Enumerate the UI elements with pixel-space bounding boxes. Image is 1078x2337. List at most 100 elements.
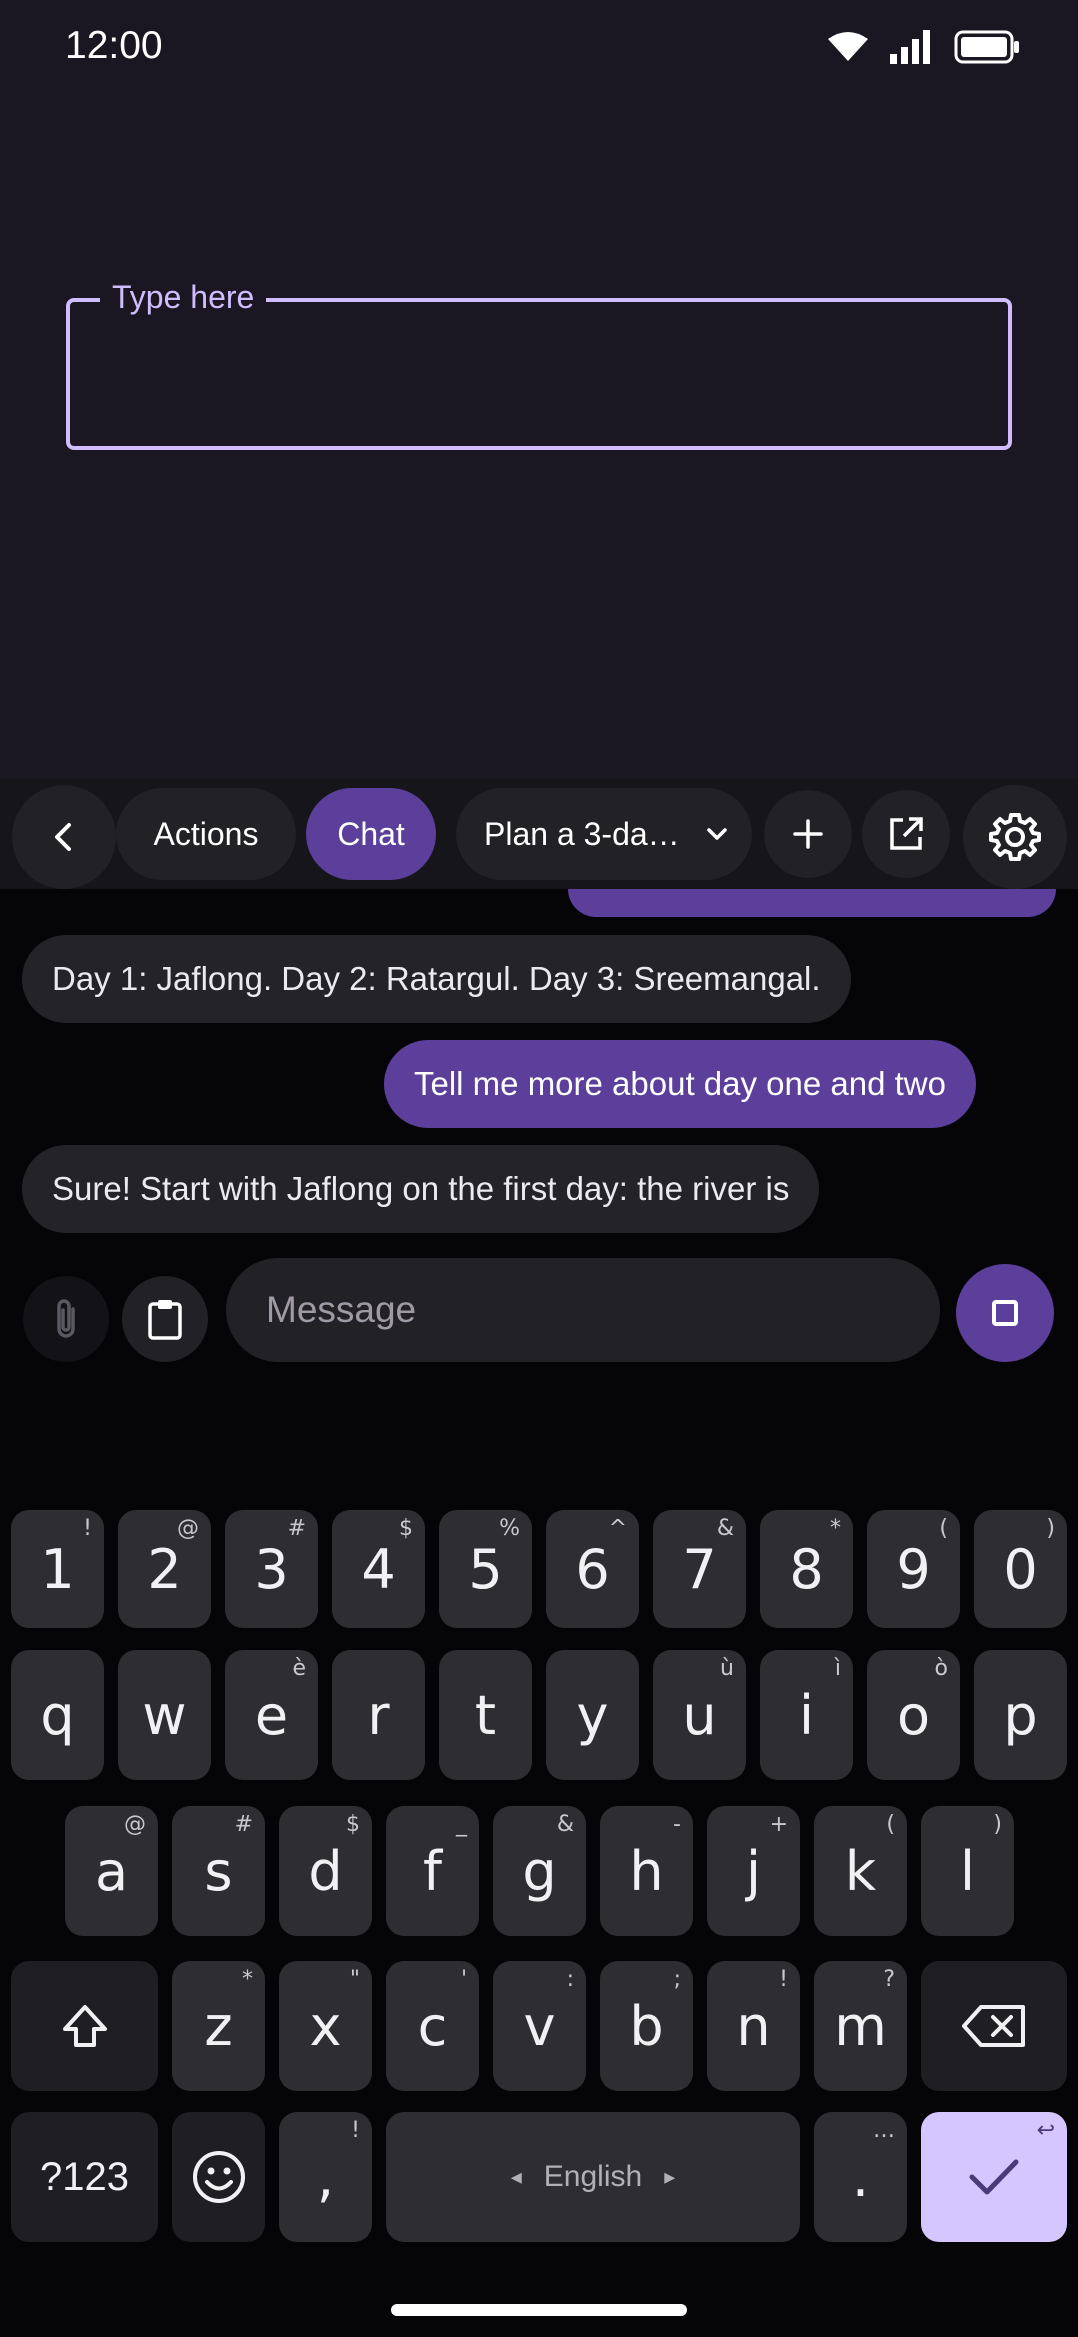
key-b[interactable]: b; bbox=[600, 1961, 693, 2091]
key-5[interactable]: 5% bbox=[439, 1510, 532, 1628]
key-f[interactable]: f _ bbox=[386, 1806, 479, 1936]
settings-button[interactable] bbox=[963, 785, 1067, 889]
comma-key-hint: ! bbox=[351, 2118, 360, 2143]
message-text: Sure! Start with Jaflong on the first da… bbox=[52, 1170, 790, 1207]
backspace-key[interactable] bbox=[921, 1961, 1067, 2091]
key-label: m bbox=[834, 1994, 887, 2058]
key-q[interactable]: q bbox=[11, 1650, 104, 1780]
comma-key[interactable]: , ! bbox=[279, 2112, 372, 2242]
status-time: 12:00 bbox=[65, 24, 163, 67]
period-key[interactable]: . … bbox=[814, 2112, 907, 2242]
key-h[interactable]: h- bbox=[600, 1806, 693, 1936]
key-m[interactable]: m? bbox=[814, 1961, 907, 2091]
message-input[interactable] bbox=[226, 1258, 940, 1362]
new-chat-button[interactable] bbox=[764, 790, 852, 878]
key-label: g bbox=[522, 1839, 557, 1903]
actions-tab[interactable]: Actions bbox=[116, 788, 296, 880]
message-text: Day 1: Jaflong. Day 2: Ratargul. Day 3: … bbox=[52, 960, 821, 997]
home-indicator[interactable] bbox=[391, 2304, 687, 2316]
key-a[interactable]: a @ bbox=[65, 1806, 158, 1936]
assistant-message: Day 1: Jaflong. Day 2: Ratargul. Day 3: … bbox=[22, 935, 851, 1023]
key-hint: ( bbox=[886, 1812, 895, 1837]
key-label: 7 bbox=[682, 1537, 717, 1601]
key-hint: - bbox=[673, 1812, 681, 1837]
key-label: b bbox=[629, 1994, 664, 2058]
key-0[interactable]: 0) bbox=[974, 1510, 1067, 1628]
key-label: c bbox=[417, 1994, 448, 2058]
key-hint: ) bbox=[1046, 1516, 1055, 1541]
key-g[interactable]: g & bbox=[493, 1806, 586, 1936]
key-8[interactable]: 8 * bbox=[760, 1510, 853, 1628]
key-z[interactable]: z * bbox=[172, 1961, 265, 2091]
key-y[interactable]: y bbox=[546, 1650, 639, 1780]
key-r[interactable]: r bbox=[332, 1650, 425, 1780]
chat-tab[interactable]: Chat bbox=[306, 788, 436, 880]
key-hint: è bbox=[292, 1656, 306, 1681]
key-hint: ^ bbox=[608, 1516, 627, 1541]
key-t[interactable]: t bbox=[439, 1650, 532, 1780]
clipboard-button[interactable] bbox=[122, 1276, 208, 1362]
key-o[interactable]: oò bbox=[867, 1650, 960, 1780]
stop-button[interactable] bbox=[956, 1264, 1054, 1362]
attach-button[interactable] bbox=[23, 1276, 109, 1362]
key-w[interactable]: w bbox=[118, 1650, 211, 1780]
conversation-selector[interactable]: Plan a 3-da… bbox=[456, 788, 752, 880]
emoji-key[interactable] bbox=[172, 2112, 265, 2242]
key-label: 4 bbox=[361, 1537, 396, 1601]
key-label: a bbox=[94, 1839, 129, 1903]
key-label: u bbox=[682, 1683, 717, 1747]
shift-key[interactable] bbox=[11, 1961, 158, 2091]
key-n[interactable]: n! bbox=[707, 1961, 800, 2091]
clipboard-icon bbox=[148, 1300, 182, 1340]
key-d[interactable]: d $ bbox=[279, 1806, 372, 1936]
key-9[interactable]: 9( bbox=[867, 1510, 960, 1628]
key-hint: # bbox=[287, 1516, 306, 1541]
key-6[interactable]: 6 ^ bbox=[546, 1510, 639, 1628]
key-hint: ò bbox=[934, 1656, 948, 1681]
key-hint: * bbox=[242, 1967, 253, 1992]
type-here-field[interactable] bbox=[66, 298, 1012, 450]
key-4[interactable]: 4 $ bbox=[332, 1510, 425, 1628]
key-u[interactable]: uù bbox=[653, 1650, 746, 1780]
key-label: e bbox=[254, 1683, 289, 1747]
key-3[interactable]: 3 # bbox=[225, 1510, 318, 1628]
key-label: 5 bbox=[468, 1537, 503, 1601]
key-label: 0 bbox=[1003, 1537, 1038, 1601]
emoji-icon bbox=[192, 2151, 245, 2203]
space-key[interactable]: ◂ English ▸ bbox=[386, 2112, 800, 2242]
period-key-label: . bbox=[851, 2145, 870, 2209]
key-hint: & bbox=[716, 1516, 734, 1541]
backspace-icon bbox=[962, 2005, 1025, 2047]
key-x[interactable]: x " bbox=[279, 1961, 372, 2091]
key-c[interactable]: c ' bbox=[386, 1961, 479, 2091]
key-label: 3 bbox=[254, 1537, 289, 1601]
key-hint: * bbox=[830, 1516, 841, 1541]
type-here-label: Type here bbox=[100, 278, 267, 316]
chevron-left-icon bbox=[55, 823, 71, 851]
shift-icon bbox=[62, 2005, 107, 2047]
enter-key[interactable]: ↩ bbox=[921, 2112, 1067, 2242]
key-v[interactable]: v: bbox=[493, 1961, 586, 2091]
key-l[interactable]: l) bbox=[921, 1806, 1014, 1936]
key-k[interactable]: k( bbox=[814, 1806, 907, 1936]
symbols-key[interactable]: ?123 bbox=[11, 2112, 158, 2242]
key-1[interactable]: 1! bbox=[11, 1510, 104, 1628]
key-j[interactable]: j + bbox=[707, 1806, 800, 1936]
open-in-new-icon bbox=[890, 817, 923, 850]
key-p[interactable]: p bbox=[974, 1650, 1067, 1780]
back-button[interactable] bbox=[12, 785, 116, 889]
key-hint: " bbox=[349, 1967, 360, 1992]
key-label: q bbox=[40, 1683, 75, 1747]
key-i[interactable]: iì bbox=[760, 1650, 853, 1780]
key-hint: : bbox=[566, 1967, 574, 1992]
key-7[interactable]: 7 & bbox=[653, 1510, 746, 1628]
key-label: 1 bbox=[40, 1537, 75, 1601]
open-external-button[interactable] bbox=[862, 790, 950, 878]
key-2[interactable]: 2 @ bbox=[118, 1510, 211, 1628]
key-hint: $ bbox=[346, 1812, 360, 1837]
wifi-icon bbox=[828, 32, 868, 61]
key-e[interactable]: eè bbox=[225, 1650, 318, 1780]
key-label: v bbox=[523, 1994, 556, 2058]
key-label: z bbox=[204, 1994, 233, 2058]
key-s[interactable]: s # bbox=[172, 1806, 265, 1936]
